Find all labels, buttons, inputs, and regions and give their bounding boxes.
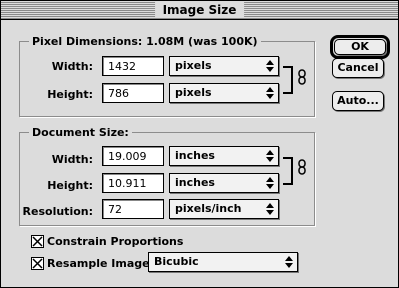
document-size-label: Document Size: bbox=[29, 126, 132, 139]
ok-button[interactable]: OK bbox=[334, 39, 386, 55]
resolution-label: Resolution: bbox=[22, 205, 93, 218]
chain-link-icon bbox=[298, 159, 306, 175]
pixel-link-bracket bbox=[283, 66, 293, 94]
pixel-width-unit-select[interactable]: pixels bbox=[169, 56, 279, 76]
auto-button[interactable]: Auto... bbox=[332, 91, 384, 111]
updown-arrows-icon bbox=[266, 203, 274, 215]
dialog-title: Image Size bbox=[154, 2, 245, 18]
doc-height-label: Height: bbox=[47, 179, 93, 192]
constrain-proportions-checkbox[interactable] bbox=[31, 235, 44, 248]
chain-link-icon bbox=[298, 69, 306, 85]
doc-height-unit-select[interactable]: inches bbox=[169, 173, 279, 193]
doc-height-unit-value: inches bbox=[175, 176, 215, 189]
doc-width-input[interactable]: 19.009 bbox=[102, 146, 164, 166]
resolution-unit-value: pixels/inch bbox=[175, 202, 242, 215]
doc-width-unit-value: inches bbox=[175, 149, 215, 162]
pixel-height-unit-select[interactable]: pixels bbox=[169, 83, 279, 103]
check-mark-icon bbox=[32, 258, 43, 269]
constrain-proportions-label[interactable]: Constrain Proportions bbox=[47, 235, 183, 248]
updown-arrows-icon bbox=[266, 60, 274, 72]
pixel-width-label: Width: bbox=[51, 60, 93, 73]
pixel-dimensions-label: Pixel Dimensions: 1.08M (was 100K) bbox=[29, 35, 261, 48]
doc-link-bracket bbox=[283, 157, 293, 185]
check-mark-icon bbox=[32, 236, 43, 247]
pixel-height-label: Height: bbox=[47, 88, 93, 101]
cancel-button[interactable]: Cancel bbox=[332, 58, 384, 78]
pixel-height-input[interactable]: 786 bbox=[102, 83, 164, 103]
resolution-unit-select[interactable]: pixels/inch bbox=[169, 199, 279, 219]
pixel-dimensions-group bbox=[19, 41, 315, 117]
updown-arrows-icon bbox=[266, 177, 274, 189]
pixel-width-input[interactable]: 1432 bbox=[102, 56, 164, 76]
updown-arrows-icon bbox=[285, 256, 293, 268]
updown-arrows-icon bbox=[266, 150, 274, 162]
resolution-input[interactable]: 72 bbox=[102, 199, 164, 219]
title-bar[interactable]: Image Size bbox=[1, 1, 398, 20]
resample-method-select[interactable]: Bicubic bbox=[148, 252, 298, 272]
resample-image-checkbox[interactable] bbox=[31, 257, 44, 270]
doc-width-label: Width: bbox=[51, 153, 93, 166]
pixel-height-unit-value: pixels bbox=[175, 86, 212, 99]
updown-arrows-icon bbox=[266, 87, 274, 99]
image-size-dialog: Image Size Pixel Dimensions: 1.08M (was … bbox=[0, 0, 399, 288]
doc-height-input[interactable]: 10.911 bbox=[102, 173, 164, 193]
pixel-width-unit-value: pixels bbox=[175, 59, 212, 72]
doc-width-unit-select[interactable]: inches bbox=[169, 146, 279, 166]
resample-method-value: Bicubic bbox=[154, 255, 199, 268]
resample-image-label[interactable]: Resample Image: bbox=[47, 257, 154, 270]
